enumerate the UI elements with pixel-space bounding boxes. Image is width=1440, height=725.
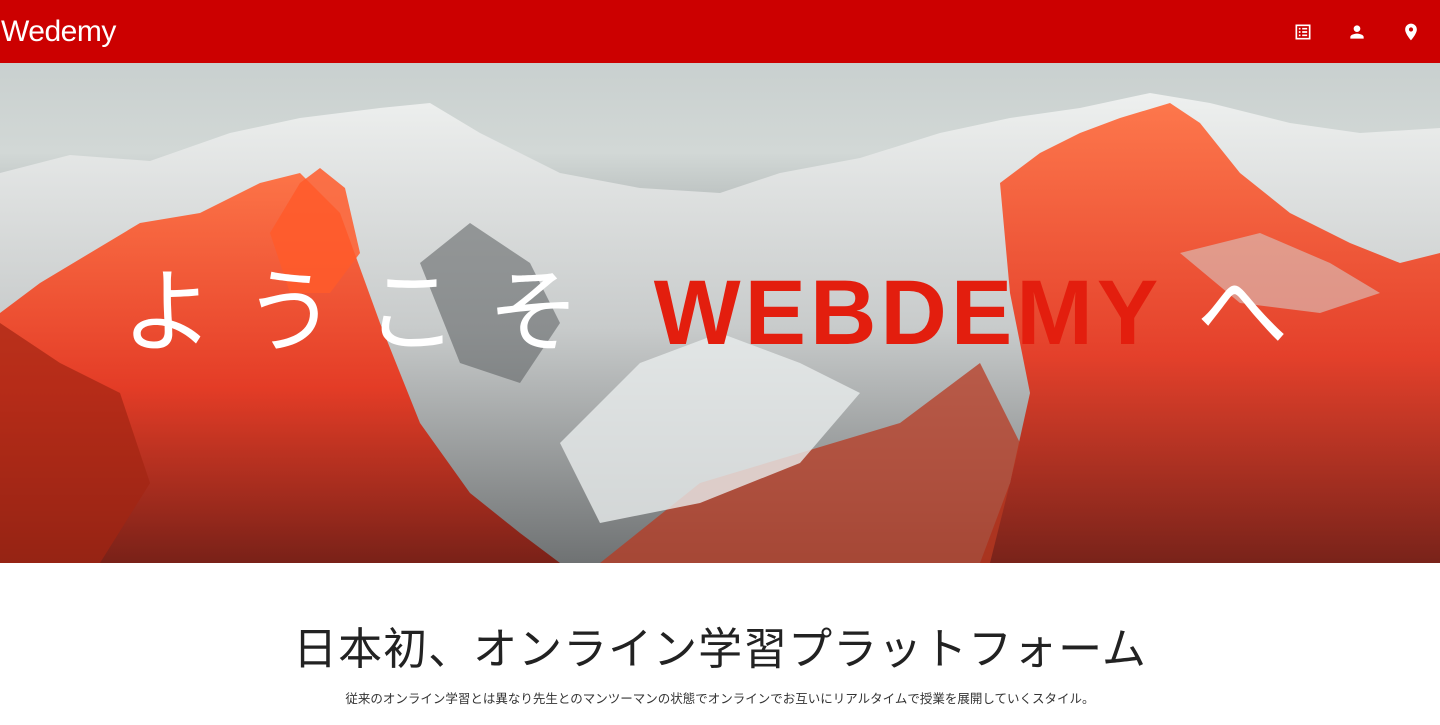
nav-icon-group (1293, 22, 1424, 42)
intro-description: 従来のオンライン学習とは異なり先生とのマンツーマンの状態でオンラインでお互いにリ… (345, 691, 1095, 706)
brand-logo[interactable]: Wedemy (0, 0, 116, 63)
location-icon[interactable] (1401, 22, 1421, 42)
hero-welcome-title: ようこそ WEBDEMY へ (0, 258, 1440, 368)
top-navbar: Wedemy (0, 0, 1440, 63)
hero-title-suffix: へ (1196, 259, 1319, 366)
intro-section: 日本初、オンライン学習プラットフォーム 従来のオンライン学習とは異なり先生とのマ… (0, 563, 1440, 725)
hero-title-brand: WEBDEMY (653, 262, 1163, 364)
person-icon[interactable] (1347, 22, 1367, 42)
hero-banner: ようこそ WEBDEMY へ (0, 63, 1440, 563)
intro-heading: 日本初、オンライン学習プラットフォーム (293, 624, 1147, 675)
hero-title-prefix: ようこそ (121, 259, 610, 366)
list-icon[interactable] (1293, 22, 1313, 42)
